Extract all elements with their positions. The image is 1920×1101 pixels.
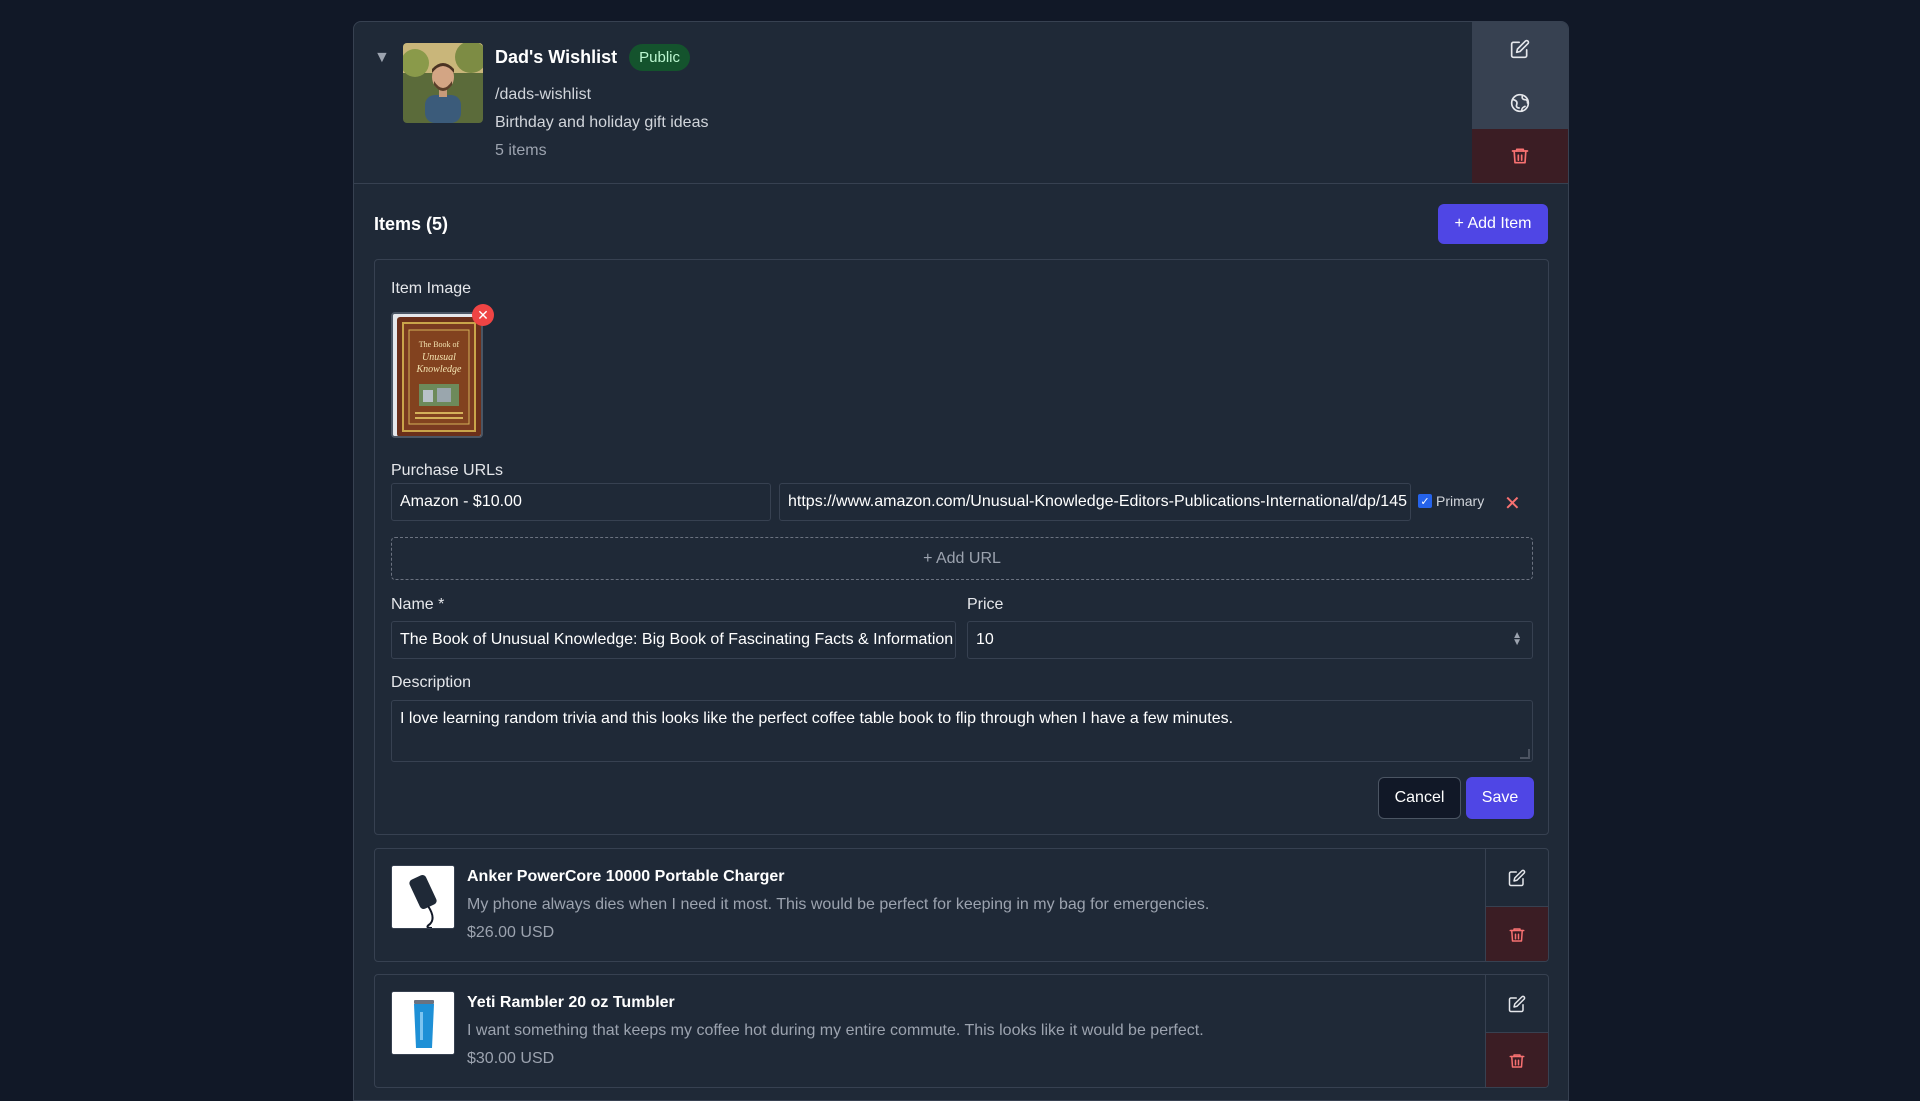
globe-icon	[1510, 93, 1530, 112]
item-name: Anker PowerCore 10000 Portable Charger	[467, 868, 785, 885]
item-edit-form: Item Image The Book of Unusual Knowledge…	[374, 259, 1549, 835]
svg-text:The Book of: The Book of	[419, 340, 460, 349]
primary-checkbox[interactable]: ✓ Primary	[1418, 493, 1484, 509]
primary-label: Primary	[1436, 493, 1485, 509]
list-item: Anker PowerCore 10000 Portable Charger M…	[374, 848, 1549, 962]
item-description: I want something that keeps my coffee ho…	[467, 1022, 1204, 1039]
item-price: $30.00 USD	[467, 1050, 555, 1067]
wishlist-panel: ▼ Dad's Wishlist Public /dads-wishlist B…	[353, 21, 1569, 1101]
trash-icon	[1509, 1054, 1525, 1068]
edit-icon	[1508, 995, 1526, 1012]
purchase-urls-label: Purchase URLs	[391, 462, 504, 479]
name-label: Name *	[391, 596, 445, 613]
remove-image-button[interactable]: ✕	[472, 304, 494, 326]
item-name: Yeti Rambler 20 oz Tumbler	[467, 994, 675, 1011]
edit-item-button[interactable]	[1486, 975, 1548, 1032]
edit-icon	[1510, 39, 1530, 58]
list-item: Yeti Rambler 20 oz Tumbler I want someth…	[374, 974, 1549, 1088]
item-thumbnail	[391, 865, 455, 929]
trash-icon	[1511, 148, 1529, 164]
add-url-button[interactable]: + Add URL	[391, 537, 1533, 580]
description-textarea[interactable]: I love learning random trivia and this l…	[391, 700, 1533, 762]
svg-text:Knowledge: Knowledge	[416, 364, 463, 375]
delete-item-button[interactable]	[1486, 906, 1548, 961]
edit-wishlist-button[interactable]	[1472, 22, 1568, 76]
price-input[interactable]: 10 ▲ ▼	[967, 621, 1533, 659]
wishlist-avatar	[403, 43, 483, 123]
delete-wishlist-button[interactable]	[1472, 129, 1568, 184]
wishlist-slug: /dads-wishlist	[495, 86, 592, 103]
url-input[interactable]: https://www.amazon.com/Unusual-Knowledge…	[779, 483, 1411, 521]
items-title: Items (5)	[374, 214, 449, 234]
cancel-button[interactable]: Cancel	[1378, 777, 1461, 819]
remove-url-icon[interactable]: ✕	[1504, 494, 1521, 514]
item-description: My phone always dies when I need it most…	[467, 896, 1210, 913]
price-value: 10	[976, 631, 994, 648]
item-actions	[1485, 975, 1548, 1087]
wishlist-item-count: 5 items	[495, 142, 547, 159]
save-button[interactable]: Save	[1466, 777, 1534, 819]
name-input[interactable]: The Book of Unusual Knowledge: Big Book …	[391, 621, 956, 659]
item-image: The Book of Unusual Knowledge	[391, 312, 483, 438]
items-header: Items (5) + Add Item	[374, 204, 1548, 244]
check-icon: ✓	[1418, 494, 1432, 508]
visibility-badge: Public	[629, 44, 691, 71]
edit-icon	[1508, 869, 1526, 886]
stepper-icon[interactable]: ▲ ▼	[1512, 631, 1522, 648]
collapse-toggle-icon[interactable]: ▼	[374, 49, 390, 67]
item-price: $26.00 USD	[467, 924, 555, 941]
wishlist-actions	[1472, 22, 1568, 184]
wishlist-title: Dad's Wishlist	[495, 47, 618, 67]
resize-handle-icon[interactable]	[1520, 749, 1530, 759]
wishlist-header: ▼ Dad's Wishlist Public /dads-wishlist B…	[354, 22, 1568, 184]
price-label: Price	[967, 596, 1004, 613]
svg-text:Unusual: Unusual	[422, 352, 456, 363]
description-label: Description	[391, 674, 472, 691]
trash-icon	[1509, 928, 1525, 942]
description-value: I love learning random trivia and this l…	[400, 710, 1234, 727]
item-actions	[1485, 849, 1548, 961]
share-wishlist-button[interactable]	[1472, 75, 1568, 130]
edit-item-button[interactable]	[1486, 849, 1548, 906]
wishlist-description: Birthday and holiday gift ideas	[495, 114, 709, 131]
add-item-button[interactable]: + Add Item	[1438, 204, 1548, 244]
item-image-label: Item Image	[391, 280, 472, 297]
item-thumbnail	[391, 991, 455, 1055]
url-label-input[interactable]: Amazon - $10.00	[391, 483, 771, 521]
